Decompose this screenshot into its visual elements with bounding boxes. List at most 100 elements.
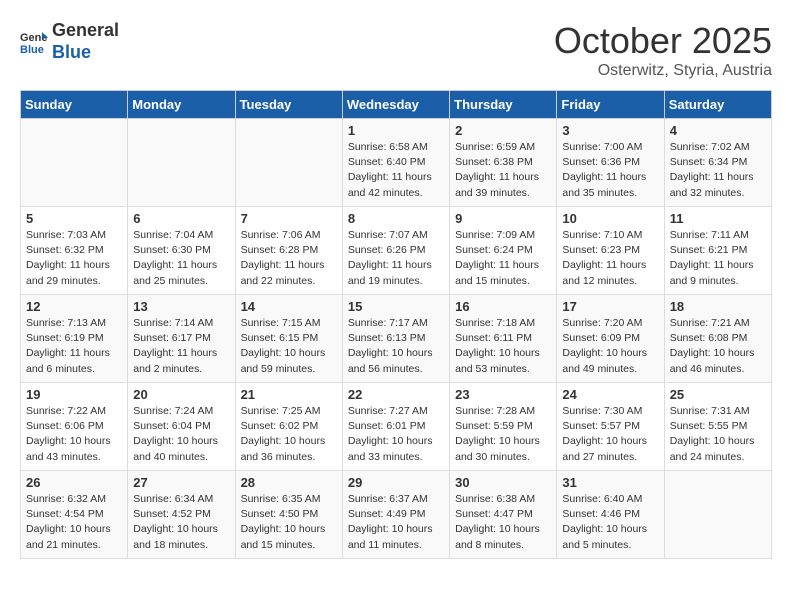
calendar-cell (21, 119, 128, 207)
day-info: Sunrise: 7:09 AM Sunset: 6:24 PM Dayligh… (455, 228, 551, 289)
day-info: Sunrise: 7:13 AM Sunset: 6:19 PM Dayligh… (26, 316, 122, 377)
day-number: 22 (348, 387, 444, 402)
day-info: Sunrise: 7:31 AM Sunset: 5:55 PM Dayligh… (670, 404, 766, 465)
day-info: Sunrise: 7:28 AM Sunset: 5:59 PM Dayligh… (455, 404, 551, 465)
day-info: Sunrise: 7:17 AM Sunset: 6:13 PM Dayligh… (348, 316, 444, 377)
title-block: October 2025 Osterwitz, Styria, Austria (554, 20, 772, 80)
day-info: Sunrise: 7:07 AM Sunset: 6:26 PM Dayligh… (348, 228, 444, 289)
day-number: 21 (241, 387, 337, 402)
calendar-cell: 17Sunrise: 7:20 AM Sunset: 6:09 PM Dayli… (557, 295, 664, 383)
day-number: 23 (455, 387, 551, 402)
day-header-thursday: Thursday (450, 91, 557, 119)
day-number: 17 (562, 299, 658, 314)
day-number: 9 (455, 211, 551, 226)
day-info: Sunrise: 6:37 AM Sunset: 4:49 PM Dayligh… (348, 492, 444, 553)
week-row-2: 5 Sunrise: 7:03 AM Sunset: 6:32 PM Daylig… (21, 207, 772, 295)
day-number: 8 (348, 211, 444, 226)
day-info: Sunrise: 7:25 AM Sunset: 6:02 PM Dayligh… (241, 404, 337, 465)
day-number: 12 (26, 299, 122, 314)
day-number: 26 (26, 475, 122, 490)
calendar-cell: 31Sunrise: 6:40 AM Sunset: 4:46 PM Dayli… (557, 471, 664, 559)
day-info: Sunrise: 7:15 AM Sunset: 6:15 PM Dayligh… (241, 316, 337, 377)
calendar-cell: 9 Sunrise: 7:09 AM Sunset: 6:24 PM Daylig… (450, 207, 557, 295)
day-header-tuesday: Tuesday (235, 91, 342, 119)
day-info: Sunrise: 7:14 AM Sunset: 6:17 PM Dayligh… (133, 316, 229, 377)
calendar-cell (128, 119, 235, 207)
day-info: Sunrise: 6:59 AM Sunset: 6:38 PM Dayligh… (455, 140, 551, 201)
day-header-saturday: Saturday (664, 91, 771, 119)
day-info: Sunrise: 7:03 AM Sunset: 6:32 PM Dayligh… (26, 228, 122, 289)
calendar-cell (235, 119, 342, 207)
logo-icon: General Blue (20, 28, 48, 56)
day-number: 28 (241, 475, 337, 490)
day-number: 29 (348, 475, 444, 490)
calendar-cell: 12 Sunrise: 7:13 AM Sunset: 6:19 PM Dayli… (21, 295, 128, 383)
week-row-5: 26 Sunrise: 6:32 AM Sunset: 4:54 PM Dayli… (21, 471, 772, 559)
calendar-cell: 28 Sunrise: 6:35 AM Sunset: 4:50 PM Dayli… (235, 471, 342, 559)
day-header-friday: Friday (557, 91, 664, 119)
day-number: 6 (133, 211, 229, 226)
week-row-1: 1 Sunrise: 6:58 AM Sunset: 6:40 PM Daylig… (21, 119, 772, 207)
calendar-cell: 5 Sunrise: 7:03 AM Sunset: 6:32 PM Daylig… (21, 207, 128, 295)
day-number: 13 (133, 299, 229, 314)
day-number: 31 (562, 475, 658, 490)
day-number: 7 (241, 211, 337, 226)
header-row: SundayMondayTuesdayWednesdayThursdayFrid… (21, 91, 772, 119)
location: Osterwitz, Styria, Austria (554, 62, 772, 80)
day-info: Sunrise: 7:10 AM Sunset: 6:23 PM Dayligh… (562, 228, 658, 289)
calendar-cell: 20 Sunrise: 7:24 AM Sunset: 6:04 PM Dayli… (128, 383, 235, 471)
day-number: 1 (348, 123, 444, 138)
calendar-cell: 15 Sunrise: 7:17 AM Sunset: 6:13 PM Dayli… (342, 295, 449, 383)
week-row-4: 19Sunrise: 7:22 AM Sunset: 6:06 PM Dayli… (21, 383, 772, 471)
day-number: 18 (670, 299, 766, 314)
calendar-cell: 19Sunrise: 7:22 AM Sunset: 6:06 PM Dayli… (21, 383, 128, 471)
day-info: Sunrise: 7:22 AM Sunset: 6:06 PM Dayligh… (26, 404, 122, 465)
month-title: October 2025 (554, 20, 772, 62)
calendar-cell: 7 Sunrise: 7:06 AM Sunset: 6:28 PM Daylig… (235, 207, 342, 295)
calendar-cell: 21 Sunrise: 7:25 AM Sunset: 6:02 PM Dayli… (235, 383, 342, 471)
day-number: 16 (455, 299, 551, 314)
calendar-cell: 1 Sunrise: 6:58 AM Sunset: 6:40 PM Daylig… (342, 119, 449, 207)
logo-general: General (52, 20, 119, 42)
day-number: 5 (26, 211, 122, 226)
calendar-cell: 6 Sunrise: 7:04 AM Sunset: 6:30 PM Daylig… (128, 207, 235, 295)
day-number: 4 (670, 123, 766, 138)
day-info: Sunrise: 7:27 AM Sunset: 6:01 PM Dayligh… (348, 404, 444, 465)
calendar-cell: 4 Sunrise: 7:02 AM Sunset: 6:34 PM Daylig… (664, 119, 771, 207)
calendar-cell: 22 Sunrise: 7:27 AM Sunset: 6:01 PM Dayli… (342, 383, 449, 471)
calendar-table: SundayMondayTuesdayWednesdayThursdayFrid… (20, 90, 772, 559)
calendar-cell: 16 Sunrise: 7:18 AM Sunset: 6:11 PM Dayli… (450, 295, 557, 383)
day-info: Sunrise: 7:06 AM Sunset: 6:28 PM Dayligh… (241, 228, 337, 289)
day-number: 14 (241, 299, 337, 314)
calendar-cell: 29 Sunrise: 6:37 AM Sunset: 4:49 PM Dayli… (342, 471, 449, 559)
day-info: Sunrise: 7:00 AM Sunset: 6:36 PM Dayligh… (562, 140, 658, 201)
day-info: Sunrise: 7:24 AM Sunset: 6:04 PM Dayligh… (133, 404, 229, 465)
day-number: 3 (562, 123, 658, 138)
day-header-sunday: Sunday (21, 91, 128, 119)
calendar-cell (664, 471, 771, 559)
day-info: Sunrise: 7:21 AM Sunset: 6:08 PM Dayligh… (670, 316, 766, 377)
calendar-cell: 2Sunrise: 6:59 AM Sunset: 6:38 PM Daylig… (450, 119, 557, 207)
calendar-cell: 13 Sunrise: 7:14 AM Sunset: 6:17 PM Dayli… (128, 295, 235, 383)
logo-blue: Blue (52, 42, 119, 64)
day-info: Sunrise: 6:35 AM Sunset: 4:50 PM Dayligh… (241, 492, 337, 553)
day-number: 11 (670, 211, 766, 226)
day-info: Sunrise: 6:58 AM Sunset: 6:40 PM Dayligh… (348, 140, 444, 201)
day-info: Sunrise: 7:11 AM Sunset: 6:21 PM Dayligh… (670, 228, 766, 289)
calendar-cell: 26 Sunrise: 6:32 AM Sunset: 4:54 PM Dayli… (21, 471, 128, 559)
calendar-cell: 25 Sunrise: 7:31 AM Sunset: 5:55 PM Dayli… (664, 383, 771, 471)
day-info: Sunrise: 6:32 AM Sunset: 4:54 PM Dayligh… (26, 492, 122, 553)
day-info: Sunrise: 7:04 AM Sunset: 6:30 PM Dayligh… (133, 228, 229, 289)
day-info: Sunrise: 7:02 AM Sunset: 6:34 PM Dayligh… (670, 140, 766, 201)
calendar-cell: 10Sunrise: 7:10 AM Sunset: 6:23 PM Dayli… (557, 207, 664, 295)
day-info: Sunrise: 7:18 AM Sunset: 6:11 PM Dayligh… (455, 316, 551, 377)
day-info: Sunrise: 7:30 AM Sunset: 5:57 PM Dayligh… (562, 404, 658, 465)
day-info: Sunrise: 6:38 AM Sunset: 4:47 PM Dayligh… (455, 492, 551, 553)
day-number: 20 (133, 387, 229, 402)
day-number: 30 (455, 475, 551, 490)
day-info: Sunrise: 6:34 AM Sunset: 4:52 PM Dayligh… (133, 492, 229, 553)
svg-text:Blue: Blue (20, 44, 44, 56)
calendar-cell: 11 Sunrise: 7:11 AM Sunset: 6:21 PM Dayli… (664, 207, 771, 295)
day-number: 15 (348, 299, 444, 314)
day-number: 25 (670, 387, 766, 402)
